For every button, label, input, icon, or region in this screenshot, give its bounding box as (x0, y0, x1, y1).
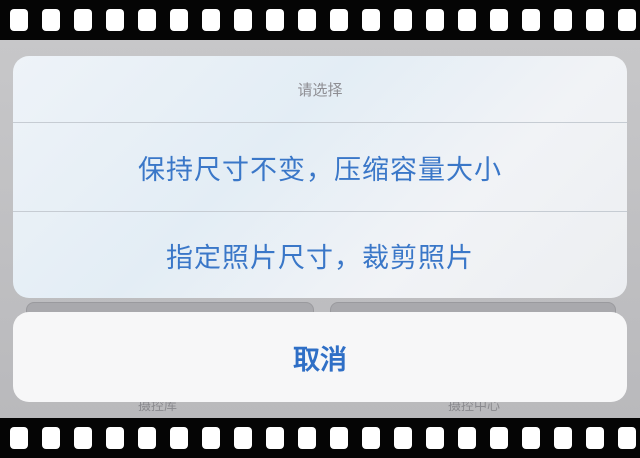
film-strip-top (0, 0, 640, 40)
film-perforation (330, 427, 348, 449)
film-perforation (170, 9, 188, 31)
film-perforation (394, 427, 412, 449)
film-perforation (138, 9, 156, 31)
film-perforation (458, 427, 476, 449)
film-perforation (298, 9, 316, 31)
film-perforation (10, 427, 28, 449)
film-perforation (554, 9, 572, 31)
specify-size-crop-button[interactable]: 指定照片尺寸，裁剪照片 (13, 212, 627, 298)
film-perforation (266, 427, 284, 449)
action-sheet-title: 请选择 (297, 80, 343, 99)
film-perforation (522, 9, 540, 31)
film-perforation (234, 427, 252, 449)
film-perforation (266, 9, 284, 31)
cancel-button[interactable]: 取消 (13, 312, 627, 402)
film-perforation (74, 427, 92, 449)
film-strip-bottom (0, 418, 640, 458)
film-perforation (138, 427, 156, 449)
film-perforation (74, 9, 92, 31)
film-perforation (234, 9, 252, 31)
film-perforation (106, 9, 124, 31)
film-perforation (618, 427, 636, 449)
film-perforation (554, 427, 572, 449)
film-perforation (586, 427, 604, 449)
film-perforation (458, 9, 476, 31)
film-perforation (618, 9, 636, 31)
film-perforation (586, 9, 604, 31)
film-perforation (330, 9, 348, 31)
keep-size-compress-button[interactable]: 保持尺寸不变，压缩容量大小 (13, 123, 627, 211)
film-perforation (106, 427, 124, 449)
film-perforation (490, 427, 508, 449)
film-perforation (170, 427, 188, 449)
film-perforation (522, 427, 540, 449)
film-perforation (202, 427, 220, 449)
film-perforation (426, 427, 444, 449)
film-perforation (490, 9, 508, 31)
film-perforation (426, 9, 444, 31)
film-perforation (202, 9, 220, 31)
film-perforation (42, 427, 60, 449)
film-perforation (362, 9, 380, 31)
film-perforation (298, 427, 316, 449)
action-sheet: 请选择 保持尺寸不变，压缩容量大小 指定照片尺寸，裁剪照片 (13, 56, 627, 298)
film-perforation (42, 9, 60, 31)
film-perforation (362, 427, 380, 449)
film-perforation (10, 9, 28, 31)
film-perforation (394, 9, 412, 31)
